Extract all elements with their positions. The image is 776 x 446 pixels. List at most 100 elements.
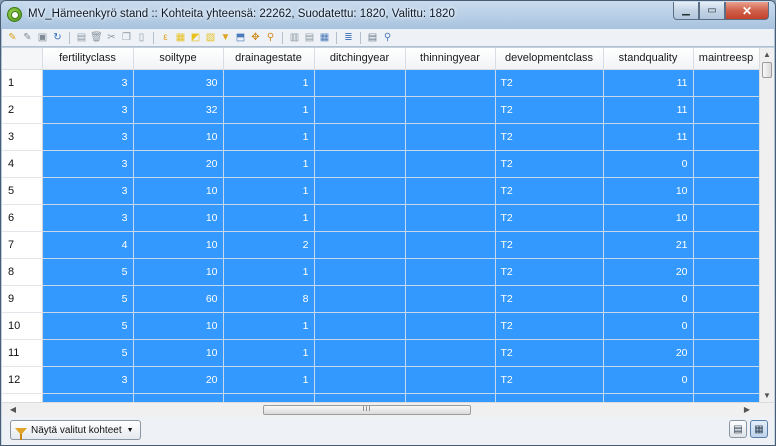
table-row[interactable]: 4 3 20 1 T2 0: [2, 150, 760, 178]
table-cell[interactable]: 1: [223, 123, 315, 151]
column-header[interactable]: standquality: [603, 48, 694, 70]
table-cell[interactable]: T2: [495, 150, 604, 178]
horizontal-scrollbar[interactable]: ◀ III ▶: [2, 402, 774, 417]
new-field-icon[interactable]: ▥: [288, 31, 301, 44]
table-row[interactable]: 3 3 10 1 T2 11: [2, 123, 760, 151]
table-cell[interactable]: 1: [223, 312, 315, 340]
table-cell[interactable]: [693, 150, 760, 178]
table-cell[interactable]: [405, 258, 496, 286]
row-number[interactable]: 8: [2, 258, 43, 286]
table-cell[interactable]: [693, 312, 760, 340]
table-cell[interactable]: [314, 366, 406, 394]
table-cell[interactable]: T2: [495, 285, 604, 313]
table-row[interactable]: 12 3 20 1 T2 0: [2, 366, 760, 394]
table-cell[interactable]: [314, 231, 406, 259]
table-cell[interactable]: 32: [133, 96, 224, 124]
table-cell[interactable]: 3: [42, 123, 134, 151]
reload-icon[interactable]: ↻: [51, 31, 64, 44]
save-icon[interactable]: ▣: [36, 31, 49, 44]
copy-icon[interactable]: ❐: [120, 31, 133, 44]
filter-icon[interactable]: ▼: [219, 31, 232, 44]
table-cell[interactable]: T2: [495, 231, 604, 259]
dock-icon[interactable]: ⚲: [381, 31, 394, 44]
table-cell[interactable]: 1: [223, 96, 315, 124]
table-cell[interactable]: 10: [603, 177, 694, 205]
table-cell[interactable]: [314, 123, 406, 151]
table-cell[interactable]: 10: [133, 177, 224, 205]
table-cell[interactable]: 60: [133, 285, 224, 313]
table-cell[interactable]: [314, 258, 406, 286]
row-number[interactable]: 12: [2, 366, 43, 394]
minimize-button[interactable]: ▁: [673, 2, 699, 20]
table-cell[interactable]: [693, 366, 760, 394]
table-cell[interactable]: [405, 123, 496, 151]
row-number[interactable]: 3: [2, 123, 43, 151]
table-cell[interactable]: 3: [42, 69, 134, 97]
select-all-icon[interactable]: ▦: [174, 31, 187, 44]
corner-cell[interactable]: [2, 48, 43, 70]
table-cell[interactable]: 0: [603, 150, 694, 178]
attribute-table[interactable]: fertilityclass soiltype drainagestate di…: [2, 47, 774, 417]
table-cell[interactable]: [693, 96, 760, 124]
pan-to-icon[interactable]: ✥: [249, 31, 262, 44]
table-cell[interactable]: [693, 69, 760, 97]
table-cell[interactable]: [693, 123, 760, 151]
column-header[interactable]: fertilityclass: [42, 48, 134, 70]
table-cell[interactable]: [314, 69, 406, 97]
table-cell[interactable]: [693, 231, 760, 259]
table-cell[interactable]: 1: [223, 258, 315, 286]
table-cell[interactable]: 30: [133, 69, 224, 97]
table-cell[interactable]: 1: [223, 204, 315, 232]
row-number[interactable]: 11: [2, 339, 43, 367]
table-cell[interactable]: 20: [603, 339, 694, 367]
table-cell[interactable]: [405, 312, 496, 340]
table-cell[interactable]: 10: [603, 204, 694, 232]
vertical-scroll-thumb[interactable]: [762, 62, 772, 78]
pencil-icon[interactable]: ✎: [6, 31, 19, 44]
table-cell[interactable]: T2: [495, 339, 604, 367]
paste-icon[interactable]: ▯: [135, 31, 148, 44]
scroll-up-arrow-icon[interactable]: ▲: [760, 48, 774, 62]
table-cell[interactable]: 11: [603, 96, 694, 124]
zoom-to-icon[interactable]: ⚲: [264, 31, 277, 44]
table-cell[interactable]: [405, 366, 496, 394]
table-cell[interactable]: 1: [223, 69, 315, 97]
table-row[interactable]: 7 4 10 2 T2 21: [2, 231, 760, 259]
table-cell[interactable]: [405, 204, 496, 232]
delete-field-icon[interactable]: ▤: [303, 31, 316, 44]
field-calc-icon[interactable]: ▦: [318, 31, 331, 44]
invert-selection-icon[interactable]: ◩: [189, 31, 202, 44]
table-cell[interactable]: T2: [495, 258, 604, 286]
scroll-right-arrow-icon[interactable]: ▶: [740, 403, 754, 417]
vertical-scrollbar[interactable]: ▲ ▼: [759, 48, 774, 403]
table-cell[interactable]: [314, 96, 406, 124]
multi-edit-icon[interactable]: ✎: [21, 31, 34, 44]
table-cell[interactable]: 3: [42, 366, 134, 394]
table-cell[interactable]: [314, 177, 406, 205]
table-cell[interactable]: [405, 231, 496, 259]
table-cell[interactable]: [693, 204, 760, 232]
table-cell[interactable]: [405, 69, 496, 97]
table-cell[interactable]: [314, 339, 406, 367]
table-cell[interactable]: T2: [495, 366, 604, 394]
table-cell[interactable]: 5: [42, 285, 134, 313]
table-cell[interactable]: [314, 150, 406, 178]
row-number[interactable]: 10: [2, 312, 43, 340]
table-cell[interactable]: 3: [42, 150, 134, 178]
table-cell[interactable]: 8: [223, 285, 315, 313]
table-cell[interactable]: 4: [42, 231, 134, 259]
table-cell[interactable]: T2: [495, 96, 604, 124]
deselect-icon[interactable]: ▧: [204, 31, 217, 44]
table-cell[interactable]: 10: [133, 339, 224, 367]
table-cell[interactable]: 1: [223, 339, 315, 367]
table-cell[interactable]: 3: [42, 177, 134, 205]
column-header[interactable]: ditchingyear: [314, 48, 406, 70]
table-cell[interactable]: 11: [603, 123, 694, 151]
add-feature-icon[interactable]: ▤: [75, 31, 88, 44]
scroll-down-arrow-icon[interactable]: ▼: [760, 389, 774, 403]
table-cell[interactable]: [314, 204, 406, 232]
table-row[interactable]: 2 3 32 1 T2 11: [2, 96, 760, 124]
table-cell[interactable]: [693, 258, 760, 286]
show-selected-features-button[interactable]: Näytä valitut kohteet ▼: [10, 420, 141, 440]
table-cell[interactable]: [693, 177, 760, 205]
